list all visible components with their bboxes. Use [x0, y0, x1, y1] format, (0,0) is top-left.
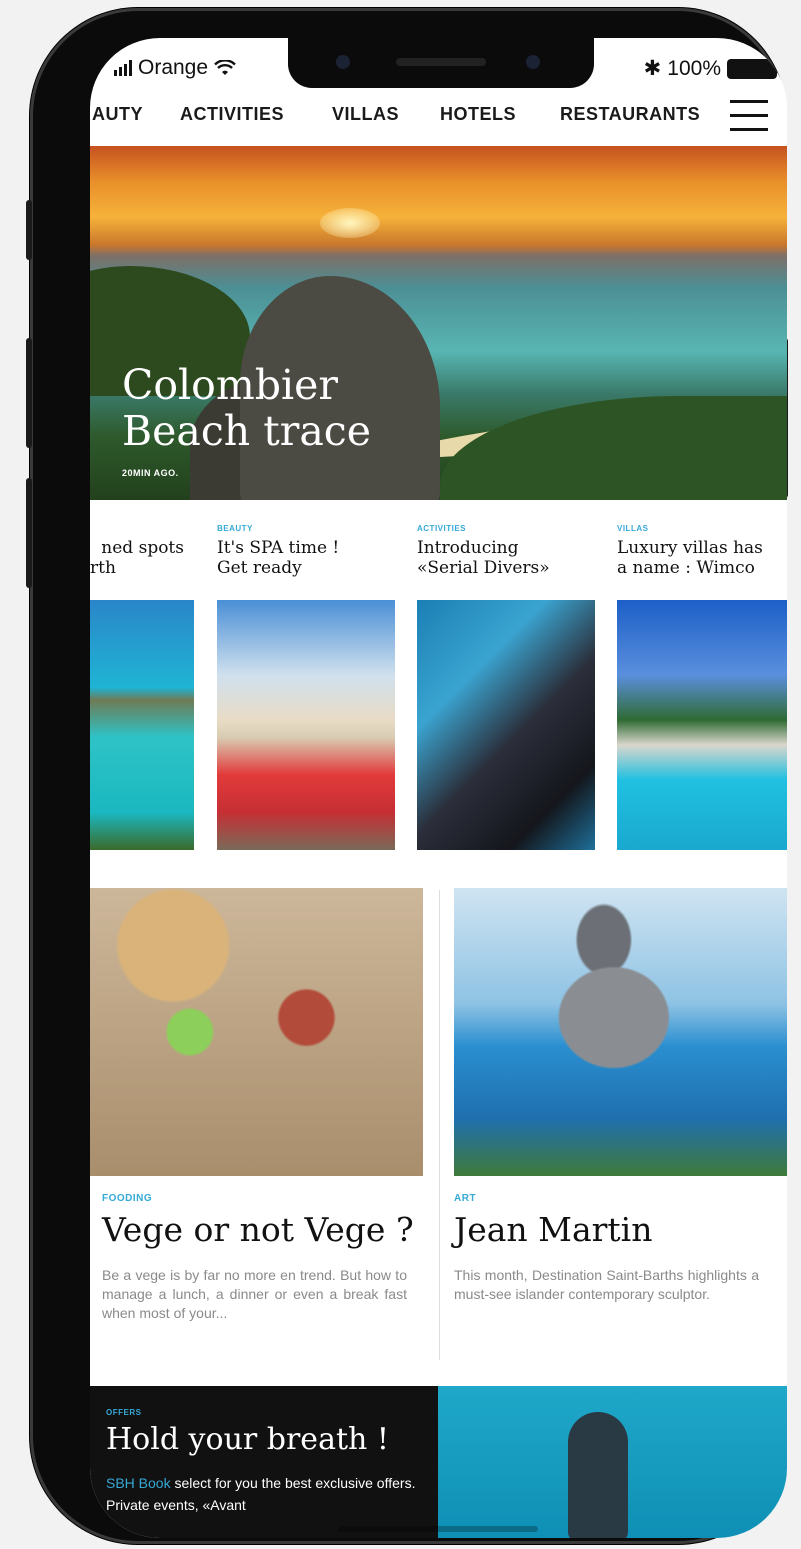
offers-section[interactable]: OFFERS Hold your breath ! SBH Book selec… [90, 1386, 787, 1538]
offers-title: Hold your breath ! [106, 1422, 389, 1457]
article-category: FOODING [102, 1193, 153, 1204]
article-card[interactable]: ned spots rth [90, 500, 194, 860]
nav-item-restaurants[interactable]: RESTAURANTS [560, 104, 700, 125]
article-category: ART [454, 1193, 477, 1204]
hamburger-menu-icon[interactable] [730, 100, 768, 134]
wifi-icon [214, 60, 236, 75]
status-bar: Orange ✱ 100% [90, 38, 787, 100]
speaker-grille [396, 58, 486, 66]
nav-item-villas[interactable]: VILLAS [332, 104, 399, 125]
signal-icon [114, 60, 132, 76]
screen: Orange ✱ 100% AUTY ACTIVITIES VILLAS HOT… [90, 38, 787, 1538]
card-title: Luxury villas has a name : Wimco [617, 538, 763, 578]
article-art[interactable]: ART Jean Martin This month, Destination … [454, 888, 787, 1388]
home-indicator[interactable] [338, 1526, 538, 1532]
card-title: Introducing «Serial Divers» [417, 538, 550, 578]
offers-category: OFFERS [106, 1408, 142, 1417]
card-category: BEAUTY [217, 524, 253, 533]
hero-title-line1: Colombier [122, 361, 338, 409]
swimmer-shape [568, 1412, 628, 1538]
phone-frame: Orange ✱ 100% AUTY ACTIVITIES VILLAS HOT… [26, 8, 788, 1544]
offers-panel: OFFERS Hold your breath ! SBH Book selec… [90, 1386, 438, 1538]
bluetooth-icon: ✱ [643, 57, 662, 80]
battery-icon [727, 58, 777, 79]
offers-image [438, 1386, 787, 1538]
notch [288, 38, 594, 88]
sensor-icon [526, 55, 540, 69]
article-description: Be a vege is by far no more en trend. Bu… [102, 1267, 407, 1321]
hero-timestamp: 20MIN AGO. [122, 468, 179, 478]
article-image [90, 888, 423, 1176]
column-divider [439, 890, 440, 1360]
camera-icon [336, 55, 350, 69]
card-image [217, 600, 395, 850]
category-nav: AUTY ACTIVITIES VILLAS HOTELS RESTAURANT… [90, 100, 787, 146]
card-category: ACTIVITIES [417, 524, 467, 533]
carrier-indicator: Orange [114, 56, 236, 80]
hero-title-line2: Beach trace [122, 407, 371, 455]
article-image [454, 888, 787, 1176]
card-image [417, 600, 595, 850]
side-button [26, 200, 32, 260]
offers-description: SBH Book select for you the best exclusi… [106, 1472, 424, 1516]
battery-percent: 100% [667, 56, 721, 80]
article-title: Jean Martin [454, 1210, 653, 1249]
hero-article[interactable]: Colombier Beach trace 20MIN AGO. [90, 146, 787, 500]
article-card[interactable]: ACTIVITIES Introducing «Serial Divers» [417, 500, 595, 860]
nav-item-hotels[interactable]: HOTELS [440, 104, 516, 125]
article-carousel[interactable]: ned spots rth BEAUTY It's SPA time ! Get… [90, 500, 787, 860]
side-button [26, 478, 32, 588]
card-image [617, 600, 787, 850]
offers-highlight[interactable]: SBH Book [106, 1475, 171, 1491]
card-title: ned spots rth [90, 538, 184, 578]
hero-title: Colombier Beach trace [122, 362, 422, 454]
sunset-graphic [320, 208, 380, 238]
card-category: VILLAS [617, 524, 649, 533]
side-button [26, 338, 32, 448]
article-card[interactable]: BEAUTY It's SPA time ! Get ready [217, 500, 395, 860]
card-title: It's SPA time ! Get ready [217, 538, 340, 578]
carrier-name: Orange [138, 56, 209, 79]
nav-item-beauty[interactable]: AUTY [92, 104, 143, 125]
article-title: Vege or not Vege ? [102, 1210, 414, 1249]
nav-item-activities[interactable]: ACTIVITIES [180, 104, 284, 125]
card-image [90, 600, 194, 850]
article-fooding[interactable]: FOODING Vege or not Vege ? Be a vege is … [90, 888, 423, 1388]
battery-indicator: ✱ 100% [644, 56, 777, 81]
hero-image-hillside [440, 396, 787, 500]
article-card[interactable]: VILLAS Luxury villas has a name : Wimco [617, 500, 787, 860]
article-description: This month, Destination Saint-Barths hig… [454, 1267, 759, 1302]
